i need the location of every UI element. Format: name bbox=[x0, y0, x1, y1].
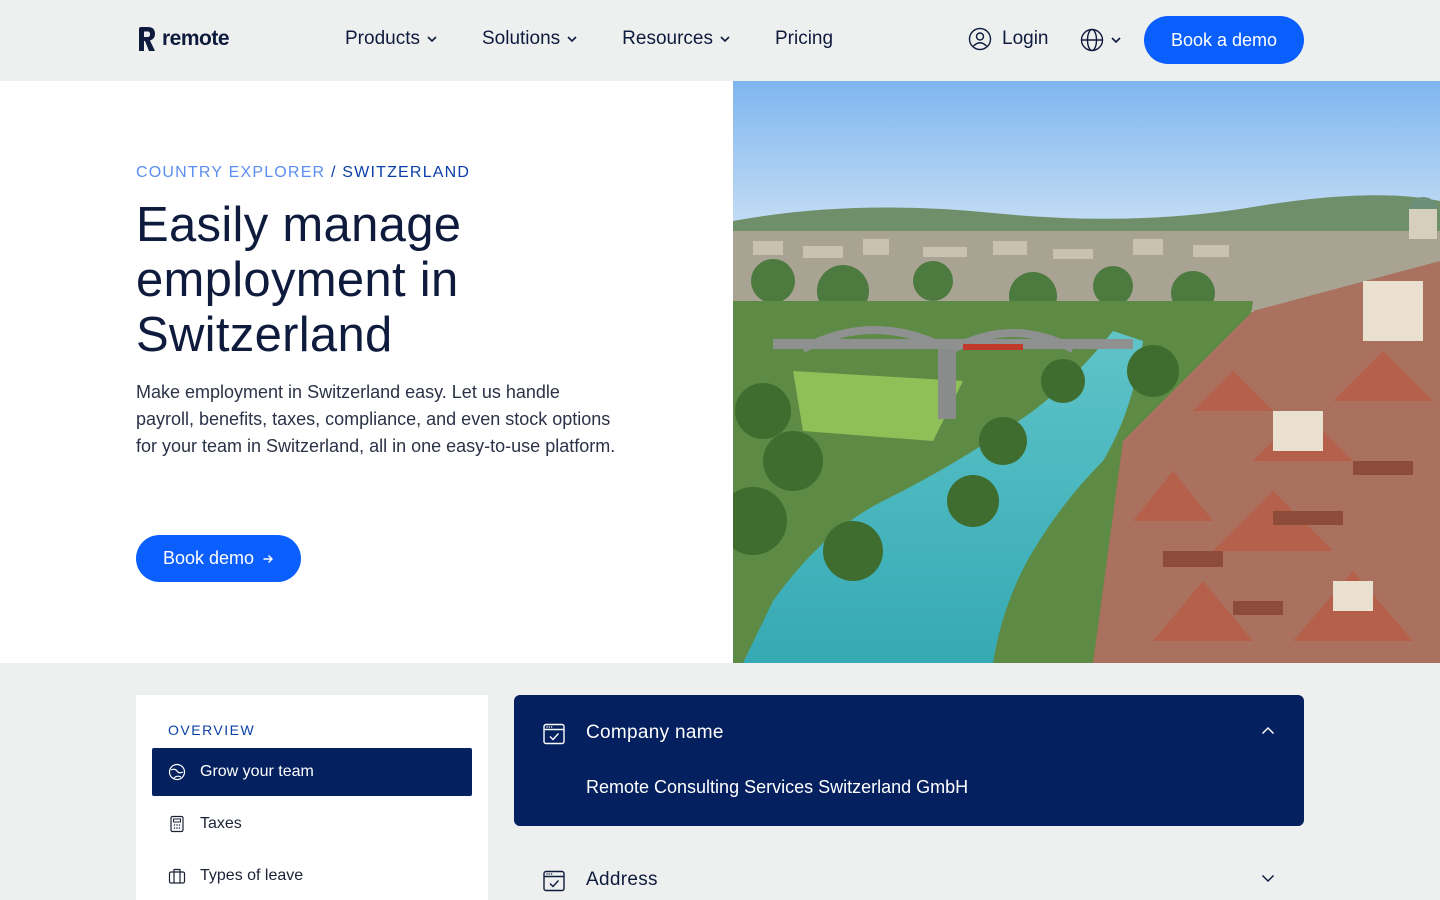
arrow-right-icon bbox=[263, 554, 274, 563]
remote-logo[interactable]: remote bbox=[136, 24, 230, 54]
nav-solutions[interactable]: Solutions bbox=[482, 28, 578, 50]
chevron-up-icon[interactable] bbox=[1260, 723, 1276, 739]
chevron-down-icon bbox=[720, 36, 730, 43]
chevron-down-icon[interactable] bbox=[1260, 870, 1276, 886]
sidebar-item-label: Taxes bbox=[200, 815, 242, 832]
sidebar-item-label: Grow your team bbox=[200, 763, 314, 780]
nav-solutions-label: Solutions bbox=[481, 28, 561, 49]
login-label: Login bbox=[1002, 28, 1049, 49]
nav-pricing[interactable]: Pricing bbox=[775, 28, 833, 50]
breadcrumb: COUNTRY EXPLORER / SWITZERLAND bbox=[136, 164, 470, 182]
nav-pricing-label: Pricing bbox=[774, 28, 834, 49]
nav-resources-label: Resources bbox=[622, 28, 713, 49]
sidebar-heading: OVERVIEW bbox=[168, 722, 256, 738]
company-name-value: Remote Consulting Services Switzerland G… bbox=[586, 777, 969, 797]
accordion-company-name: Company name Remote Consulting Services … bbox=[514, 695, 1304, 826]
brand-name: remote bbox=[162, 27, 230, 50]
hero-image bbox=[733, 81, 1440, 663]
accordion-title[interactable]: Company name bbox=[586, 722, 724, 744]
nav-products[interactable]: Products bbox=[345, 28, 438, 50]
book-demo-label: Book demo bbox=[162, 548, 255, 568]
chevron-down-icon bbox=[427, 36, 437, 43]
suitcase-icon bbox=[168, 868, 186, 884]
user-icon bbox=[968, 27, 992, 51]
book-demo-button[interactable]: Book demo bbox=[136, 535, 301, 582]
sidebar-item-types-of-leave[interactable]: Types of leave bbox=[152, 852, 472, 900]
breadcrumb-separator: / bbox=[330, 164, 337, 181]
sidebar-item-grow-your-team[interactable]: Grow your team bbox=[152, 748, 472, 796]
chevron-down-icon bbox=[567, 36, 577, 43]
calculator-icon bbox=[170, 815, 184, 833]
city-aerial-photo bbox=[733, 81, 1440, 663]
globe-icon bbox=[1080, 28, 1104, 52]
breadcrumb-country-explorer[interactable]: COUNTRY EXPLORER bbox=[136, 164, 325, 181]
sidebar-item-label: Types of leave bbox=[200, 867, 304, 884]
overview-sidebar: OVERVIEW Grow your team Taxes Types of l… bbox=[136, 695, 488, 900]
chevron-down-icon bbox=[1111, 37, 1121, 44]
login-link[interactable]: Login bbox=[968, 27, 1049, 51]
page-title: Easily manage employment in Switzerland bbox=[136, 198, 462, 362]
nav-products-label: Products bbox=[345, 28, 420, 49]
main-nav: Products Solutions Resources Pricing bbox=[345, 28, 877, 50]
calendar-check-icon bbox=[543, 723, 565, 745]
globe-hand-icon bbox=[168, 763, 186, 781]
calendar-check-icon bbox=[543, 870, 565, 892]
breadcrumb-current: SWITZERLAND bbox=[342, 164, 471, 181]
language-selector[interactable] bbox=[1080, 28, 1122, 52]
accordion-address: Address bbox=[514, 842, 1304, 900]
remote-logo-icon bbox=[139, 27, 155, 51]
hero-description: Make employment in Switzerland easy. Let… bbox=[136, 382, 616, 456]
site-header: remote Products Solutions Resources Pric… bbox=[0, 0, 1440, 81]
sidebar-item-taxes[interactable]: Taxes bbox=[152, 800, 472, 848]
nav-resources[interactable]: Resources bbox=[622, 28, 731, 50]
book-a-demo-button[interactable]: Book a demo bbox=[1144, 16, 1304, 64]
accordion-title[interactable]: Address bbox=[586, 869, 658, 891]
